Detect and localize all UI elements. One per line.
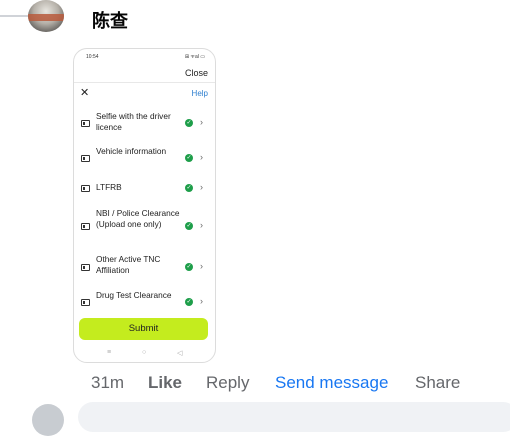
author-avatar[interactable]	[28, 0, 64, 32]
check-icon: ✓	[185, 154, 193, 162]
phone-nav-bar: ≡ ○ ◁	[74, 349, 215, 359]
chevron-right-icon: ›	[200, 152, 203, 162]
chevron-right-icon: ›	[200, 117, 203, 127]
check-icon: ✓	[185, 263, 193, 271]
check-icon: ✓	[185, 184, 193, 192]
comment-timestamp[interactable]: 31m	[91, 373, 124, 393]
attached-screenshot[interactable]: 10:54 ⊞ ᯤal ▭ Close ✕ Help Selfie with t…	[73, 48, 216, 363]
document-icon	[81, 120, 90, 127]
submit-button: Submit	[79, 318, 208, 340]
chevron-right-icon: ›	[200, 261, 203, 271]
home-icon: ○	[142, 349, 147, 356]
back-icon: ◁	[177, 350, 183, 357]
menu-icon: ≡	[107, 349, 112, 356]
document-icon	[81, 223, 90, 230]
requirement-row-drug-test: Drug Test Clearance ✓ ›	[74, 288, 215, 316]
reply-button[interactable]: Reply	[206, 373, 249, 393]
requirement-label: Vehicle information	[96, 146, 167, 156]
close-x-icon: ✕	[80, 87, 90, 99]
requirement-label: LTFRB	[96, 182, 122, 192]
chevron-right-icon: ›	[200, 182, 203, 192]
requirement-row-selfie: Selfie with the driver licence ✓ ›	[74, 109, 215, 137]
requirement-row-vehicle: Vehicle information ✓ ›	[74, 144, 215, 172]
comment-author-name[interactable]: 陈查	[92, 7, 128, 33]
like-button[interactable]: Like	[148, 373, 182, 393]
requirement-label: NBI / Police Clearance (Upload one only)	[96, 208, 180, 229]
requirement-label: Selfie with the driver licence	[96, 111, 171, 132]
next-comment-bubble[interactable]	[78, 402, 510, 432]
thread-connector-line	[0, 15, 30, 17]
check-icon: ✓	[185, 119, 193, 127]
document-icon	[81, 299, 90, 306]
close-link: Close	[184, 68, 208, 78]
requirement-row-tnc: Other Active TNC Affiliation ✓ ›	[74, 253, 215, 281]
requirement-row-nbi: NBI / Police Clearance (Upload one only)…	[74, 206, 215, 246]
document-icon	[81, 155, 90, 162]
requirement-label: Drug Test Clearance	[96, 290, 172, 300]
check-icon: ✓	[185, 222, 193, 230]
document-icon	[81, 264, 90, 271]
help-link: Help	[191, 89, 208, 98]
header-divider	[74, 82, 215, 83]
document-icon	[81, 185, 90, 192]
status-time: 10:54	[86, 54, 99, 60]
status-icons: ⊞ ᯤal ▭	[184, 54, 205, 60]
requirement-row-ltfrb: LTFRB ✓ ›	[74, 179, 215, 197]
send-message-button[interactable]: Send message	[275, 373, 388, 393]
chevron-right-icon: ›	[200, 220, 203, 230]
chevron-right-icon: ›	[200, 296, 203, 306]
requirement-label: Other Active TNC Affiliation	[96, 254, 161, 275]
share-button[interactable]: Share	[415, 373, 460, 393]
phone-status-bar: 10:54 ⊞ ᯤal ▭	[86, 54, 205, 62]
check-icon: ✓	[185, 298, 193, 306]
